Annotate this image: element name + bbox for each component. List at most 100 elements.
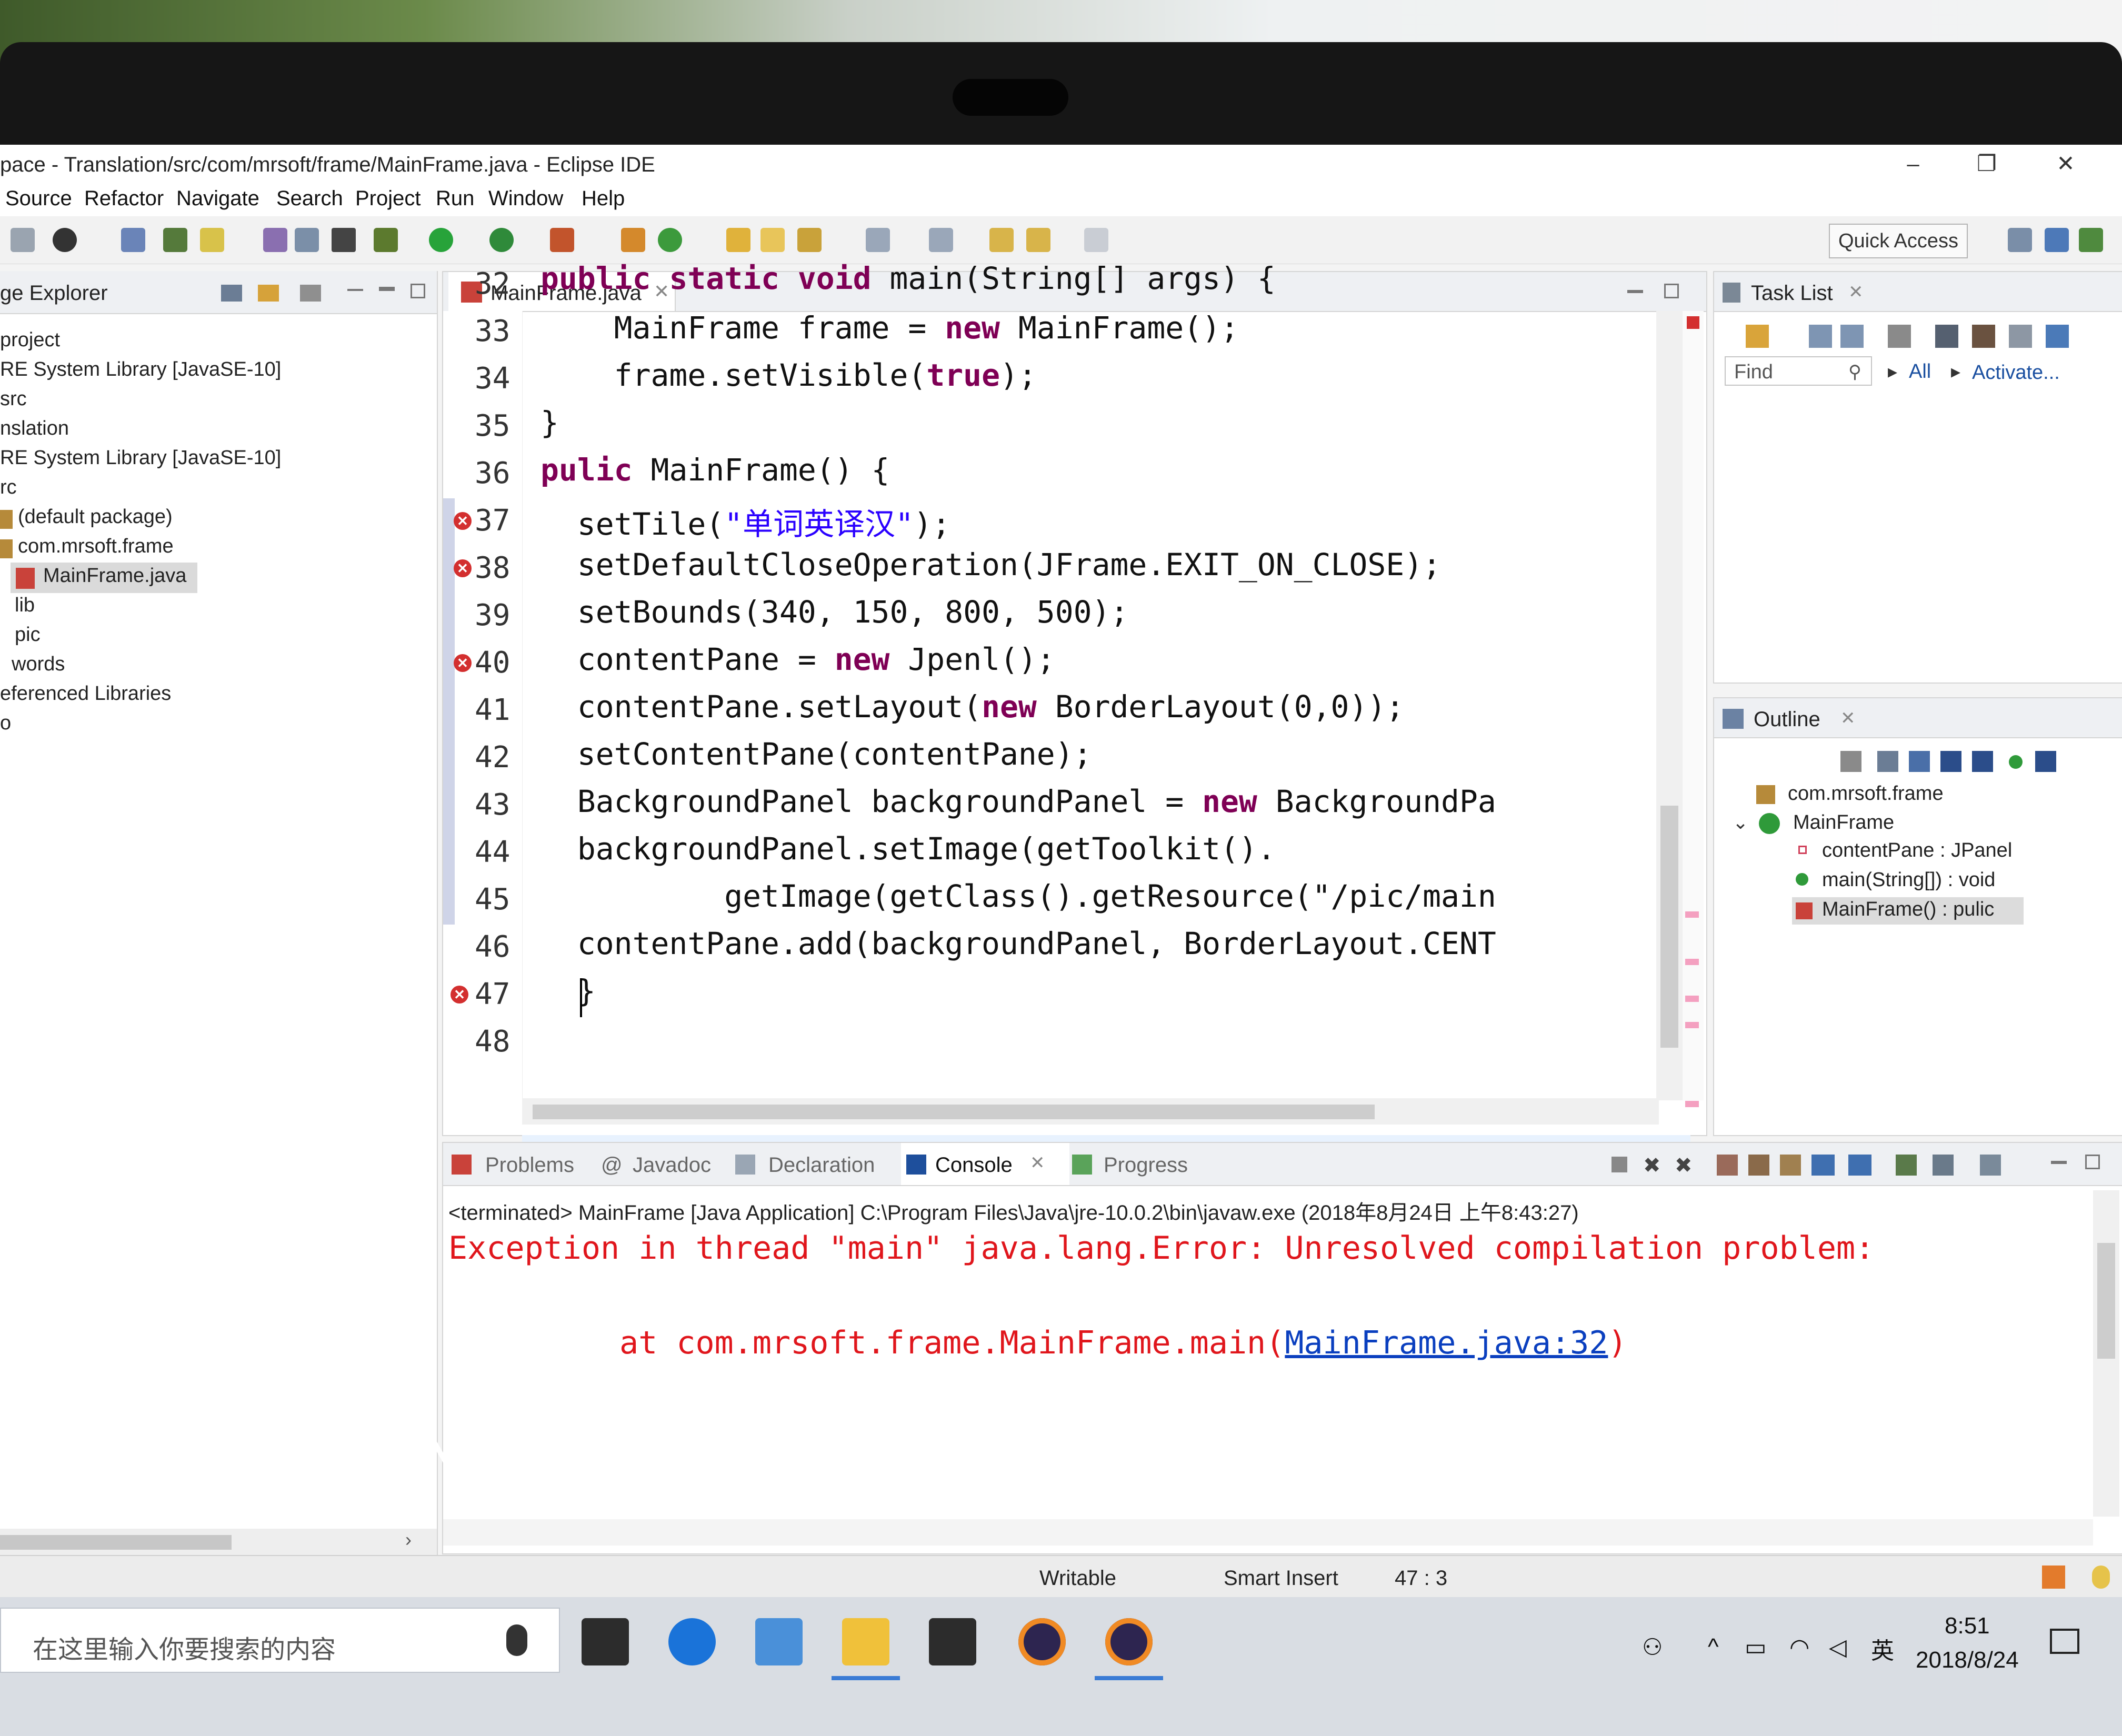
- filter-icon[interactable]: [1888, 325, 1911, 348]
- scroll-thumb[interactable]: [2097, 1243, 2115, 1359]
- tree-item[interactable]: com.mrsoft.frame: [18, 535, 174, 558]
- wifi-icon[interactable]: ◠: [1789, 1634, 1809, 1661]
- outline-package[interactable]: com.mrsoft.frame: [1788, 782, 1944, 805]
- close-tab-icon[interactable]: ✕: [1030, 1152, 1045, 1173]
- highlight-icon[interactable]: [200, 228, 224, 252]
- tip-icon[interactable]: [2092, 1566, 2110, 1589]
- minimize-view-icon[interactable]: [379, 287, 395, 291]
- tree-item[interactable]: RE System Library [JavaSE-10]: [0, 358, 281, 381]
- code-line[interactable]: backgroundPanel.setImage(getToolkit().: [540, 831, 1276, 867]
- minimize-view-icon[interactable]: [2051, 1161, 2067, 1164]
- last-edit-icon[interactable]: [989, 228, 1014, 252]
- new-task-icon[interactable]: [1746, 325, 1769, 348]
- code-line[interactable]: setDefaultCloseOperation(JFrame.EXIT_ON_…: [540, 547, 1441, 583]
- tree-item[interactable]: src: [0, 388, 27, 410]
- minimize-editor-icon[interactable]: [1627, 290, 1643, 293]
- code-line[interactable]: frame.setVisible(true);: [540, 357, 1037, 393]
- sync-icon[interactable]: [2046, 325, 2069, 348]
- eclipse-icon[interactable]: [1105, 1618, 1153, 1665]
- ime-indicator[interactable]: 英: [1871, 1632, 1894, 1665]
- console-vscrollbar[interactable]: [2093, 1190, 2119, 1517]
- outline-member[interactable]: main(String[]) : void: [1822, 869, 1995, 891]
- task-icon[interactable]: [263, 228, 287, 252]
- code-line[interactable]: BackgroundPanel backgroundPanel = new Ba…: [540, 784, 1496, 819]
- remove-launch-icon[interactable]: ✖: [1643, 1153, 1661, 1178]
- tree-item[interactable]: project: [0, 329, 60, 352]
- taskbar-search-box[interactable]: 在这里输入你要搜索的内容: [0, 1608, 560, 1673]
- tab-declaration[interactable]: Declaration: [768, 1153, 875, 1177]
- block-icon[interactable]: [295, 228, 319, 252]
- next-annotation-icon[interactable]: [866, 228, 890, 252]
- show-on-error-icon[interactable]: [1848, 1155, 1871, 1176]
- code-line[interactable]: setTile("单词英译汉");: [540, 499, 950, 544]
- code-line[interactable]: }: [540, 973, 596, 1009]
- overview-marker[interactable]: [1685, 996, 1699, 1002]
- volume-icon[interactable]: ◁: [1829, 1634, 1847, 1661]
- tab-console[interactable]: Console: [935, 1153, 1013, 1177]
- package-explorer-hscrollbar[interactable]: ›: [0, 1529, 437, 1555]
- error-marker-icon[interactable]: ✕: [454, 559, 472, 577]
- menu-refactor[interactable]: Refactor: [84, 187, 164, 210]
- hide-local-types-icon[interactable]: [2035, 751, 2056, 772]
- debug-perspective-icon[interactable]: [2079, 228, 2103, 252]
- hide-completed-icon[interactable]: [1935, 325, 1958, 348]
- people-icon[interactable]: ⚇: [1642, 1634, 1663, 1661]
- back-icon[interactable]: [1026, 228, 1050, 252]
- tree-item[interactable]: (default package): [18, 506, 173, 528]
- scroll-lock-icon[interactable]: [1748, 1155, 1769, 1176]
- overview-marker[interactable]: [1685, 1022, 1699, 1028]
- task-view-icon[interactable]: [582, 1618, 629, 1665]
- tree-item[interactable]: words: [12, 653, 65, 676]
- save-icon[interactable]: [11, 228, 35, 252]
- scroll-thumb[interactable]: [1660, 806, 1678, 1048]
- menu-run[interactable]: Run: [436, 187, 474, 210]
- expand-icon[interactable]: ▸: [1951, 360, 1960, 383]
- profile-icon[interactable]: [53, 228, 77, 252]
- filter-icon[interactable]: [300, 285, 321, 302]
- code-line[interactable]: }: [540, 405, 559, 440]
- status-insert-mode[interactable]: Smart Insert: [1224, 1567, 1338, 1590]
- code-line[interactable]: MainFrame frame = new MainFrame();: [540, 310, 1239, 346]
- view-menu-icon[interactable]: [347, 289, 363, 291]
- external-tools-icon[interactable]: [550, 228, 574, 252]
- java-icon[interactable]: [163, 228, 187, 252]
- overview-marker[interactable]: [1685, 959, 1699, 965]
- hide-static-icon[interactable]: [1972, 751, 1993, 772]
- close-view-icon[interactable]: ✕: [1840, 708, 1856, 729]
- link-editor-icon[interactable]: [258, 285, 279, 302]
- maximize-view-icon[interactable]: [411, 284, 425, 298]
- editor-hscrollbar[interactable]: [522, 1098, 1659, 1125]
- notification-icon[interactable]: [2050, 1629, 2079, 1654]
- open-folder-icon[interactable]: [760, 228, 785, 252]
- edge-browser-icon[interactable]: [668, 1618, 716, 1665]
- console-stack-line[interactable]: at com.mrsoft.frame.MainFrame.main(MainF…: [619, 1324, 1627, 1361]
- display-console-icon[interactable]: [1933, 1155, 1954, 1176]
- tree-item[interactable]: pic: [15, 624, 41, 646]
- eclipse-icon[interactable]: [1018, 1618, 1066, 1665]
- show-on-output-icon[interactable]: [1811, 1155, 1835, 1176]
- focus-icon[interactable]: [1972, 325, 1995, 348]
- hide-fields-icon[interactable]: [1940, 751, 1961, 772]
- tree-item[interactable]: lib: [15, 594, 35, 617]
- remove-all-icon[interactable]: ✖: [1675, 1153, 1693, 1178]
- prev-annotation-icon[interactable]: [929, 228, 953, 252]
- search-tool-icon[interactable]: [797, 228, 822, 252]
- menu-search[interactable]: Search: [276, 187, 343, 210]
- outline-member[interactable]: contentPane : JPanel: [1822, 839, 2012, 862]
- code-line[interactable]: setBounds(340, 150, 800, 500);: [540, 594, 1129, 630]
- error-marker-icon[interactable]: ✕: [454, 654, 472, 672]
- debug-icon[interactable]: [374, 228, 398, 252]
- tree-item[interactable]: o: [0, 712, 11, 735]
- outline-class[interactable]: MainFrame: [1793, 811, 1894, 834]
- code-line[interactable]: contentPane.setLayout(new BorderLayout(0…: [540, 689, 1404, 725]
- tree-item[interactable]: eferenced Libraries: [0, 683, 171, 705]
- terminate-icon[interactable]: [1611, 1157, 1627, 1172]
- error-marker-icon[interactable]: ✕: [451, 986, 468, 1004]
- quick-access-field[interactable]: Quick Access: [1829, 224, 1968, 258]
- chevron-down-icon[interactable]: ⌄: [1733, 811, 1748, 834]
- menu-help[interactable]: Help: [582, 187, 625, 210]
- run-config-icon[interactable]: [489, 228, 514, 252]
- scroll-right-icon[interactable]: ›: [405, 1529, 412, 1551]
- word-wrap-icon[interactable]: [1780, 1155, 1801, 1176]
- clock-date[interactable]: 2018/8/24: [1916, 1647, 2019, 1673]
